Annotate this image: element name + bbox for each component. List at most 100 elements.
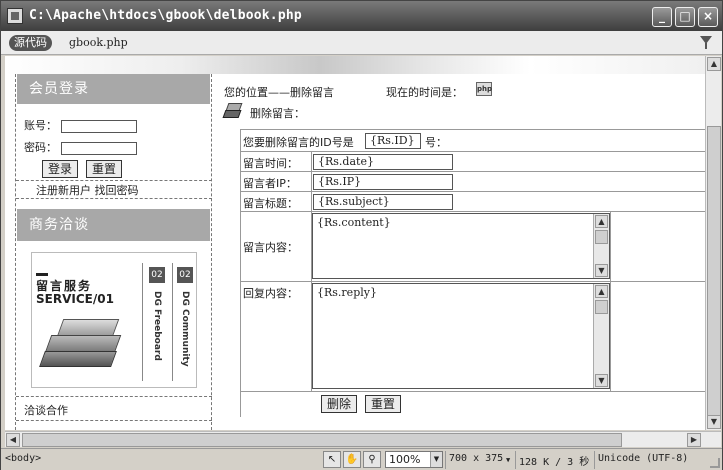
book-icon-page bbox=[222, 110, 242, 118]
left-sidebar: 会员登录 账号： 密码： 登录 重置 注册新用户 找回密码 商务洽谈 留言服务 … bbox=[15, 74, 212, 430]
content-scrollbar[interactable]: ▲ ▼ bbox=[593, 214, 609, 278]
book-icon bbox=[222, 103, 246, 121]
confirm-prefix: 您要删除留言的ID号是 bbox=[243, 136, 354, 149]
column-divider bbox=[610, 212, 611, 392]
ip-field[interactable]: {Rs.IP} bbox=[313, 174, 453, 190]
status-separator bbox=[515, 451, 516, 469]
status-separator bbox=[594, 451, 595, 469]
date-field[interactable]: {Rs.date} bbox=[313, 154, 453, 170]
register-links: 注册新用户 找回密码 bbox=[36, 182, 139, 198]
id-field[interactable]: {Rs.ID} bbox=[365, 133, 421, 149]
hand-tool-icon[interactable]: ✋ bbox=[343, 451, 361, 468]
password-row: 密码： bbox=[24, 139, 137, 155]
divider bbox=[16, 180, 212, 181]
ad-separator bbox=[142, 263, 143, 381]
title-bar[interactable]: C:\Apache\htdocs\gbook\delbook.php _ □ × bbox=[1, 1, 722, 31]
vertical-scrollbar[interactable]: ▲ ▼ bbox=[705, 56, 721, 430]
login-button[interactable]: 登录 bbox=[42, 160, 79, 178]
divider bbox=[16, 420, 212, 421]
delete-form-table: 您要删除留言的ID号是 {Rs.ID} 号： 留言时间： {Rs.date} 留… bbox=[240, 129, 705, 417]
service-ad-image[interactable]: 留言服务 SERVICE/01 02 DG Freeboard 02 DG Co… bbox=[31, 252, 197, 388]
window-title: C:\Apache\htdocs\gbook\delbook.php bbox=[29, 8, 302, 23]
scroll-down-arrow[interactable]: ▼ bbox=[595, 374, 608, 387]
ad-separator bbox=[172, 263, 173, 381]
column-divider bbox=[311, 152, 312, 392]
window-size[interactable]: 700 x 375 bbox=[449, 453, 503, 464]
cooperation-link[interactable]: 洽谈合作 bbox=[24, 402, 68, 418]
scroll-up-arrow[interactable]: ▲ bbox=[707, 57, 721, 71]
ad-vertical-text-2: DG Community bbox=[180, 291, 190, 367]
scroll-right-arrow[interactable]: ▶ bbox=[687, 433, 701, 447]
date-label: 留言时间： bbox=[243, 157, 298, 170]
current-time-label: 现在的时间是： bbox=[386, 86, 463, 99]
source-code-button[interactable]: 源代码 bbox=[9, 35, 52, 51]
ip-label: 留言者IP： bbox=[243, 177, 297, 190]
filter-icon[interactable] bbox=[700, 36, 712, 49]
maximize-button[interactable]: □ bbox=[675, 7, 695, 27]
minimize-button[interactable]: _ bbox=[652, 7, 672, 27]
subject-field[interactable]: {Rs.subject} bbox=[313, 194, 453, 210]
reply-label: 回复内容： bbox=[243, 287, 298, 300]
reply-textarea[interactable]: {Rs.reply} ▲ ▼ bbox=[312, 283, 610, 389]
status-separator bbox=[445, 451, 446, 469]
delete-heading: 删除留言： bbox=[250, 107, 305, 120]
main-content: 您的位置——删除留言 现在的时间是： php 删除留言： 您要删除留言的ID号是… bbox=[212, 74, 705, 430]
member-login-title: 会员登录 bbox=[17, 74, 210, 104]
reply-scrollbar[interactable]: ▲ ▼ bbox=[593, 284, 609, 388]
divider bbox=[16, 198, 212, 199]
zoom-value: 100% bbox=[389, 453, 421, 466]
ad-title-en: SERVICE/01 bbox=[36, 292, 114, 306]
password-label: 密码： bbox=[24, 141, 57, 154]
scroll-left-arrow[interactable]: ◀ bbox=[6, 433, 20, 447]
related-file-tab[interactable]: gbook.php bbox=[69, 36, 128, 49]
status-bar: <body> ↖ ✋ ⚲ 100% ▼ 700 x 375 ▼ 128 K / … bbox=[1, 448, 722, 470]
content-label: 留言内容： bbox=[243, 241, 298, 254]
ad-vertical-text-1: DG Freeboard bbox=[152, 291, 162, 361]
ad-badge-2: 02 bbox=[177, 267, 193, 283]
account-label: 账号： bbox=[24, 119, 57, 132]
application-window: C:\Apache\htdocs\gbook\delbook.php _ □ ×… bbox=[0, 0, 723, 470]
php-code-icon[interactable]: php bbox=[476, 82, 492, 96]
zoom-select[interactable]: 100% ▼ bbox=[385, 451, 443, 468]
scroll-thumb[interactable] bbox=[595, 300, 608, 314]
account-row: 账号： bbox=[24, 117, 137, 133]
forgot-password-link[interactable]: 找回密码 bbox=[95, 184, 139, 197]
login-reset-button[interactable]: 重置 bbox=[86, 160, 123, 178]
confirm-row: 您要删除留言的ID号是 {Rs.ID} 号： bbox=[241, 130, 705, 152]
vertical-scroll-thumb[interactable] bbox=[707, 126, 721, 416]
scroll-down-arrow[interactable]: ▼ bbox=[707, 415, 721, 429]
content-textarea[interactable]: {Rs.content} ▲ ▼ bbox=[312, 213, 610, 279]
password-input[interactable] bbox=[60, 141, 137, 155]
ad-badge-1: 02 bbox=[149, 267, 165, 283]
resize-grip[interactable] bbox=[710, 458, 720, 468]
account-input[interactable] bbox=[60, 119, 137, 133]
delete-button[interactable]: 删除 bbox=[321, 395, 358, 413]
divider bbox=[16, 396, 212, 397]
book bbox=[39, 351, 117, 367]
scroll-down-arrow[interactable]: ▼ bbox=[595, 264, 608, 277]
dreamweaver-document-icon bbox=[7, 8, 23, 24]
document-bar: 源代码 gbook.php bbox=[1, 31, 722, 55]
tag-selector[interactable]: <body> bbox=[5, 453, 41, 464]
ad-bar bbox=[36, 273, 48, 276]
confirm-suffix: 号： bbox=[425, 136, 447, 149]
zoom-tool-icon[interactable]: ⚲ bbox=[363, 451, 381, 468]
register-link[interactable]: 注册新用户 bbox=[36, 184, 91, 197]
subject-label: 留言标题： bbox=[243, 197, 298, 210]
window-size-dropdown-icon[interactable]: ▼ bbox=[506, 456, 510, 464]
horizontal-scroll-thumb[interactable] bbox=[22, 433, 622, 447]
close-button[interactable]: × bbox=[698, 7, 718, 27]
business-talk-title: 商务洽谈 bbox=[17, 209, 210, 241]
design-view[interactable]: 会员登录 账号： 密码： 登录 重置 注册新用户 找回密码 商务洽谈 留言服务 … bbox=[5, 56, 705, 430]
form-reset-button[interactable]: 重置 bbox=[365, 395, 402, 413]
encoding: Unicode (UTF-8) bbox=[598, 453, 689, 464]
scroll-thumb[interactable] bbox=[595, 230, 608, 244]
download-size: 128 K / 3 秒 bbox=[519, 457, 590, 468]
books-illustration bbox=[38, 315, 122, 381]
scroll-up-arrow[interactable]: ▲ bbox=[595, 215, 608, 228]
chevron-down-icon[interactable]: ▼ bbox=[430, 452, 442, 467]
action-row: 删除 重置 bbox=[241, 392, 705, 416]
horizontal-scrollbar[interactable]: ◀ ▶ bbox=[5, 431, 721, 447]
pointer-tool-icon[interactable]: ↖ bbox=[323, 451, 341, 468]
scroll-up-arrow[interactable]: ▲ bbox=[595, 285, 608, 298]
